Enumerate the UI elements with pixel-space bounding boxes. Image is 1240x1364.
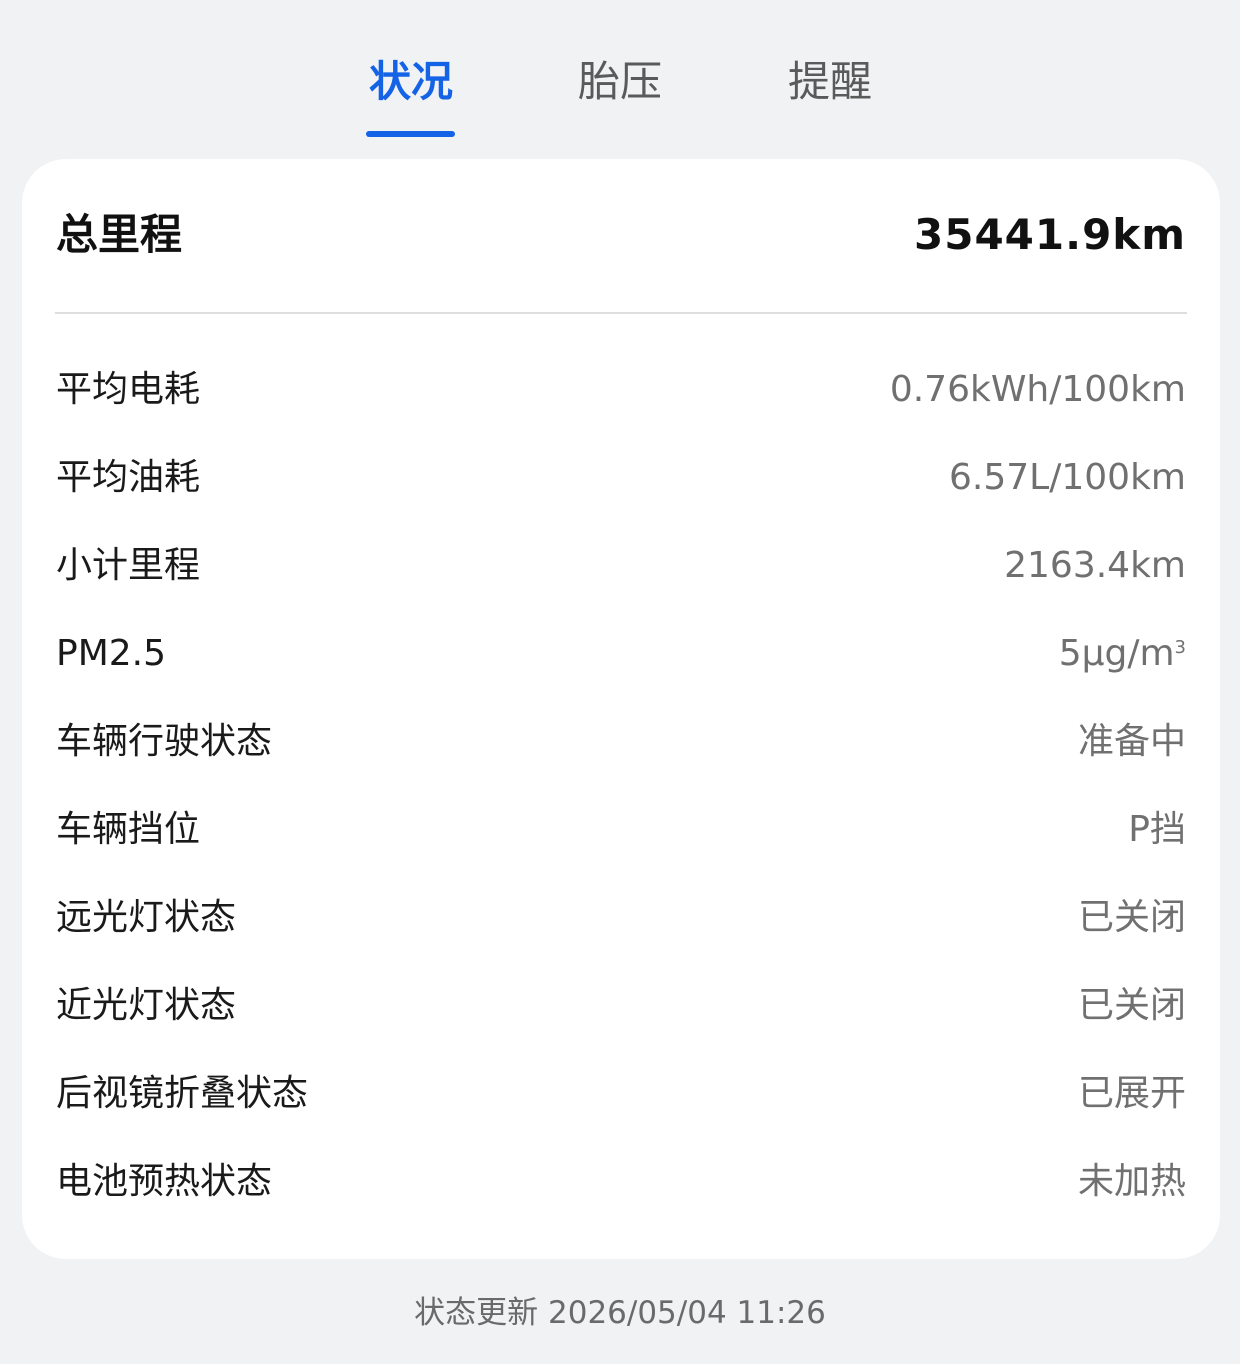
row-label: 远光灯状态 <box>56 897 237 938</box>
row-mirror-fold: 后视镜折叠状态 已展开 <box>56 1050 1186 1138</box>
row-label: 后视镜折叠状态 <box>56 1073 309 1114</box>
row-value: P挡 <box>1128 809 1186 850</box>
row-label: 车辆行驶状态 <box>56 721 273 762</box>
row-label: PM2.5 <box>56 633 167 674</box>
row-trip-mileage: 小计里程 2163.4km <box>56 522 1186 610</box>
pm25-unit-superscript: 3 <box>1174 637 1186 658</box>
row-label: 近光灯状态 <box>56 985 237 1026</box>
tab-tire-pressure[interactable]: 胎压 <box>565 52 675 112</box>
active-tab-indicator <box>366 131 455 137</box>
total-mileage-value: 35441.9km <box>914 210 1186 259</box>
row-low-beam: 近光灯状态 已关闭 <box>56 962 1186 1050</box>
status-update-timestamp: 状态更新 2026/05/04 11:26 <box>414 1295 826 1331</box>
row-value: 已关闭 <box>1077 985 1186 1026</box>
total-mileage-label: 总里程 <box>56 210 183 259</box>
row-high-beam: 远光灯状态 已关闭 <box>56 874 1186 962</box>
pm25-value-text: 5μg/m <box>1058 633 1175 674</box>
tab-reminders[interactable]: 提醒 <box>775 52 885 112</box>
row-label: 小计里程 <box>56 545 201 586</box>
row-value: 已展开 <box>1077 1073 1186 1114</box>
row-value: 准备中 <box>1077 721 1186 762</box>
row-label: 平均电耗 <box>56 369 201 410</box>
row-value: 5μg/m3 <box>1059 624 1186 684</box>
row-battery-preheat: 电池预热状态 未加热 <box>56 1138 1186 1226</box>
row-value: 6.57L/100km <box>949 457 1186 498</box>
row-pm25: PM2.5 5μg/m3 <box>56 610 1186 698</box>
tab-bar: 状况 胎压 提醒 <box>0 0 1240 150</box>
row-label: 车辆挡位 <box>56 809 201 850</box>
row-gear: 车辆挡位 P挡 <box>56 786 1186 874</box>
row-label: 平均油耗 <box>56 457 201 498</box>
status-list: 平均电耗 0.76kWh/100km 平均油耗 6.57L/100km 小计里程… <box>56 346 1186 1226</box>
row-value: 0.76kWh/100km <box>889 369 1186 410</box>
row-driving-state: 车辆行驶状态 准备中 <box>56 698 1186 786</box>
row-avg-power-consumption: 平均电耗 0.76kWh/100km <box>56 346 1186 434</box>
vehicle-status-card: 总里程 35441.9km 平均电耗 0.76kWh/100km 平均油耗 6.… <box>22 159 1220 1259</box>
tab-status[interactable]: 状况 <box>356 52 466 112</box>
row-label: 电池预热状态 <box>56 1161 273 1202</box>
divider <box>55 312 1187 314</box>
row-value: 已关闭 <box>1077 897 1186 938</box>
row-avg-fuel-consumption: 平均油耗 6.57L/100km <box>56 434 1186 522</box>
row-value: 未加热 <box>1077 1161 1186 1202</box>
row-value: 2163.4km <box>1004 545 1186 586</box>
